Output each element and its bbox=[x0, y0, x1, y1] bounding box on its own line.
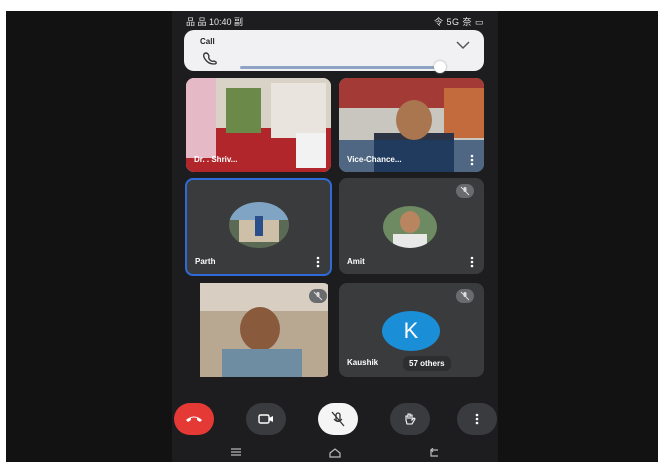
status-left: 品 品 10:40 副 bbox=[186, 17, 244, 27]
call-label: Call bbox=[200, 37, 215, 46]
home-icon[interactable] bbox=[328, 448, 342, 458]
more-vertical-icon bbox=[475, 413, 479, 425]
status-right: 令 5G 奈 ▭ bbox=[433, 17, 484, 27]
more-options-icon[interactable] bbox=[470, 154, 474, 166]
camera-button[interactable] bbox=[246, 403, 286, 435]
microphone-button[interactable] bbox=[318, 403, 358, 435]
slider-knob[interactable] bbox=[434, 61, 446, 73]
hand-icon bbox=[405, 413, 416, 425]
raise-hand-button[interactable] bbox=[390, 403, 430, 435]
status-bar: 品 品 10:40 副 令 5G 奈 ▭ bbox=[172, 11, 498, 29]
phone-screen: 品 品 10:40 副 令 5G 奈 ▭ Call Dr. . Shriv... bbox=[172, 11, 498, 462]
others-count-badge[interactable]: 57 others bbox=[403, 356, 451, 371]
avatar bbox=[229, 202, 289, 248]
avatar bbox=[383, 206, 437, 248]
call-volume-slider[interactable] bbox=[240, 66, 440, 69]
participant-name: Vice-Chance... bbox=[347, 155, 402, 164]
back-icon[interactable] bbox=[428, 448, 440, 458]
phone-icon bbox=[203, 52, 217, 65]
mic-muted-badge bbox=[456, 289, 474, 303]
mic-off-icon bbox=[313, 291, 323, 301]
camera-icon bbox=[258, 414, 273, 424]
participant-name: Kaushik bbox=[347, 358, 379, 367]
participant-tile-3[interactable]: Parth bbox=[185, 178, 332, 276]
more-options-icon[interactable] bbox=[316, 256, 320, 268]
mic-off-icon bbox=[460, 186, 470, 196]
end-call-button[interactable] bbox=[174, 403, 214, 435]
chevron-down-icon[interactable] bbox=[456, 40, 470, 50]
mic-off-icon bbox=[460, 291, 470, 301]
participant-tile-4[interactable]: Amit bbox=[339, 178, 484, 274]
menu-icon[interactable] bbox=[230, 448, 242, 456]
participant-tile-6[interactable]: K Kaushik 57 others bbox=[339, 283, 484, 377]
participant-name: Dr. . Shriv... bbox=[194, 155, 238, 164]
more-options-button[interactable] bbox=[457, 403, 497, 435]
android-nav-bar bbox=[172, 445, 498, 462]
participant-name: Amit bbox=[347, 257, 365, 266]
mic-off-icon bbox=[331, 411, 345, 427]
participant-tile-2[interactable]: Vice-Chance... bbox=[339, 78, 484, 172]
call-notification[interactable]: Call bbox=[184, 30, 484, 73]
mic-muted-badge bbox=[456, 184, 474, 198]
hang-up-icon bbox=[186, 416, 202, 422]
more-options-icon[interactable] bbox=[470, 256, 474, 268]
participant-name: Parth bbox=[195, 257, 216, 266]
mic-muted-badge bbox=[309, 289, 327, 303]
participant-tile-5[interactable] bbox=[186, 283, 331, 377]
participant-tile-1[interactable]: Dr. . Shriv... bbox=[186, 78, 331, 172]
avatar-initial: K bbox=[382, 311, 440, 351]
